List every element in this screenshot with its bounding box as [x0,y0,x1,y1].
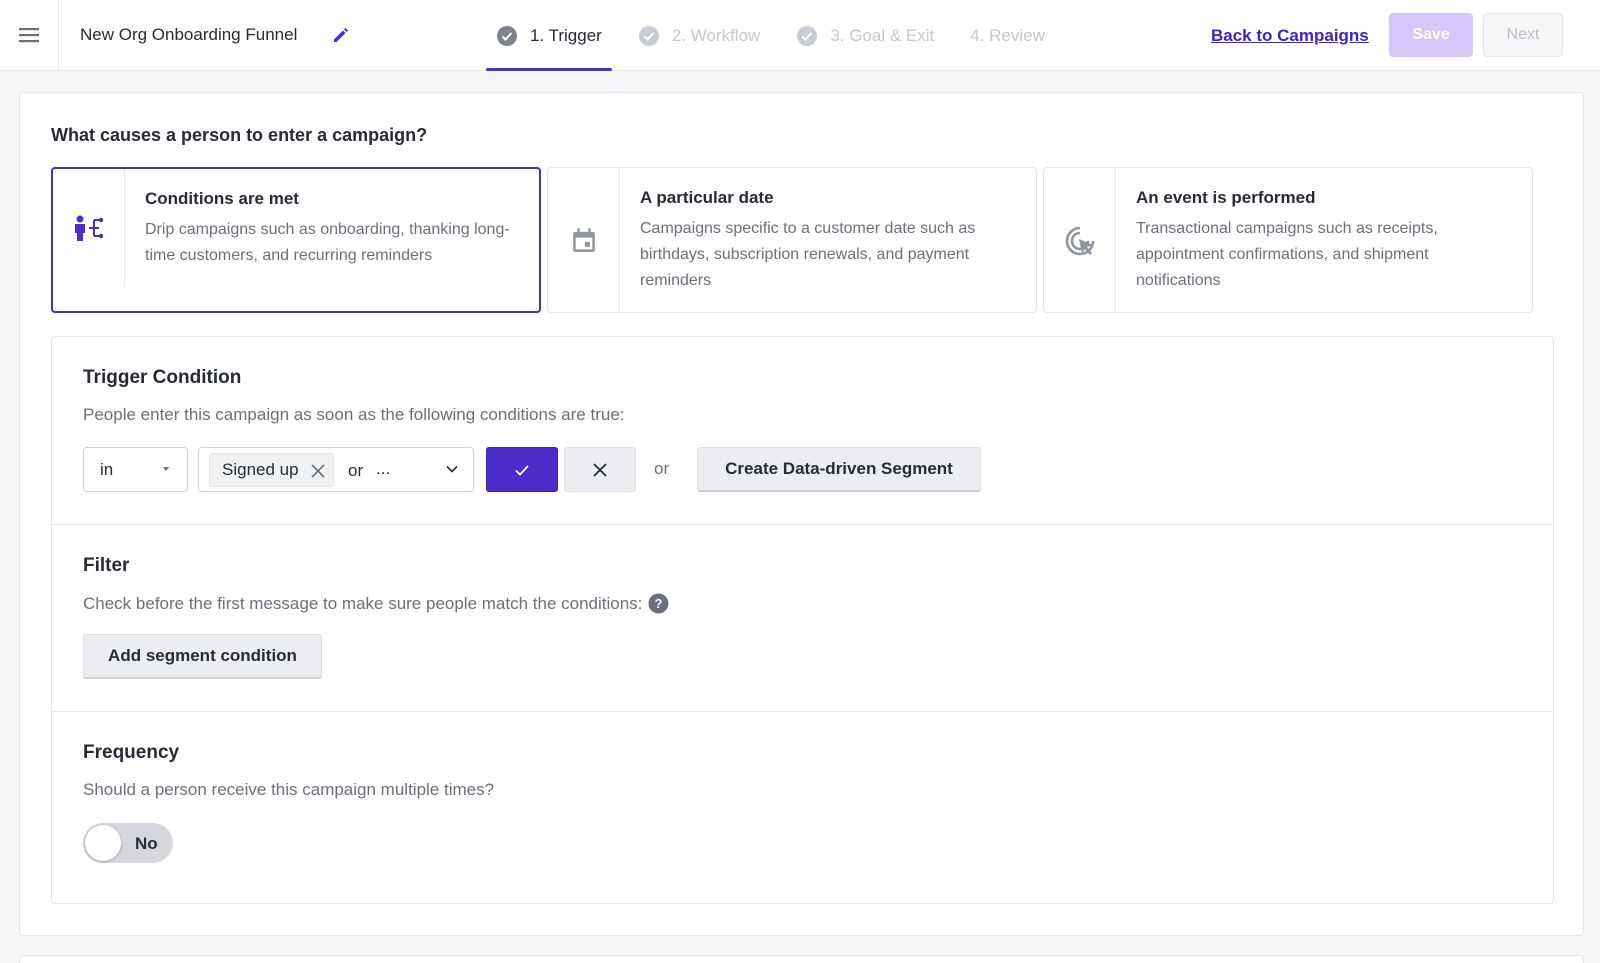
caret-down-icon [163,467,169,471]
cancel-button[interactable] [564,447,636,492]
check-circle-icon [638,25,659,46]
section-title: Trigger Condition [83,367,242,388]
remove-chip-icon[interactable] [311,464,325,478]
section-description: Should a person receive this campaign mu… [83,780,494,800]
chip-label: Signed up [222,460,299,479]
option-description: Campaigns specific to a customer date su… [640,220,976,289]
next-button[interactable]: Next [1483,13,1563,57]
close-icon [593,462,607,477]
option-title: A particular date [640,188,774,207]
option-conditions-met[interactable]: Conditions are met Drip campaigns such a… [51,167,541,313]
toggle-label: No [135,834,158,853]
option-title: Conditions are met [145,189,299,208]
tab-label: 4. Review [970,25,1045,45]
option-title: An event is performed [1136,188,1316,207]
option-text: Conditions are met Drip campaigns such a… [145,189,525,269]
section-description-text: Check before the first message to make s… [83,593,643,613]
check-circle-icon [797,25,818,46]
or-separator: or [348,461,364,480]
chevron-down-icon [446,465,458,473]
section-description: Check before the first message to make s… [83,593,669,614]
calendar-icon [572,228,595,252]
campaign-title: New Org Onboarding Funnel [80,25,298,44]
help-icon[interactable]: ? [648,593,669,614]
main-panel: What causes a person to enter a campaign… [19,92,1584,936]
tab-workflow[interactable]: 2. Workflow [628,0,771,71]
branch-person-icon [74,215,103,241]
section-title: Frequency [83,742,180,763]
option-icon-wrap [548,168,620,314]
pencil-icon[interactable] [331,25,351,45]
operator-select[interactable]: in [83,447,188,492]
option-event-performed[interactable]: An event is performed Transactional camp… [1043,167,1533,314]
tab-trigger[interactable]: 1. Trigger [486,0,612,71]
confirm-button[interactable] [486,447,558,492]
cursor-click-icon [1065,226,1094,256]
tab-label: 2. Workflow [671,25,761,45]
toggle-knob [85,825,121,861]
check-icon [515,464,529,476]
option-text: A particular date Campaigns specific to … [640,188,1020,294]
step-tabs: 1. Trigger 2. Workflow 3. Goal & Exit 4.… [486,0,1071,71]
page-question: What causes a person to enter a campaign… [51,125,428,145]
operator-value: in [100,459,114,479]
tab-goal-exit[interactable]: 3. Goal & Exit [786,0,944,71]
hamburger-icon [19,28,39,43]
segment-multiselect[interactable]: Signed up or ... [198,447,474,492]
option-description: Drip campaigns such as onboarding, thank… [145,221,510,264]
section-description: People enter this campaign as soon as th… [83,405,625,425]
option-text: An event is performed Transactional camp… [1136,188,1516,294]
tab-label: 3. Goal & Exit [830,25,935,45]
segment-chip: Signed up [209,453,334,487]
tab-label: 1. Trigger [530,25,602,45]
save-button[interactable]: Save [1389,13,1473,57]
svg-text:?: ? [655,596,663,611]
menu-button[interactable] [0,0,59,70]
section-description-text: Should a person receive this campaign mu… [83,780,495,799]
section-description-text: People enter this campaign as soon as th… [83,405,625,424]
option-icon-wrap [53,169,125,287]
or-label: or [654,459,670,478]
filter-section: Filter Check before the first message to… [52,525,1553,712]
trigger-condition-section: Trigger Condition People enter this camp… [52,337,1553,525]
back-to-campaigns-link[interactable]: Back to Campaigns [1211,26,1369,46]
check-circle-icon [497,25,517,46]
option-description: Transactional campaigns such as receipts… [1136,220,1438,289]
more-placeholder: ... [376,459,391,478]
option-particular-date[interactable]: A particular date Campaigns specific to … [547,167,1037,314]
create-segment-button[interactable]: Create Data-driven Segment [697,447,981,492]
next-panel-edge [19,955,1584,963]
tab-review[interactable]: 4. Review [960,0,1055,71]
frequency-toggle[interactable]: No [83,823,173,863]
top-bar: New Org Onboarding Funnel 1. Trigger 2. … [0,0,1600,71]
add-segment-condition-button[interactable]: Add segment condition [83,634,322,679]
frequency-section: Frequency Should a person receive this c… [52,712,1553,904]
trigger-settings-box: Trigger Condition People enter this camp… [51,336,1554,904]
option-icon-wrap [1044,168,1116,314]
section-title: Filter [83,555,130,576]
